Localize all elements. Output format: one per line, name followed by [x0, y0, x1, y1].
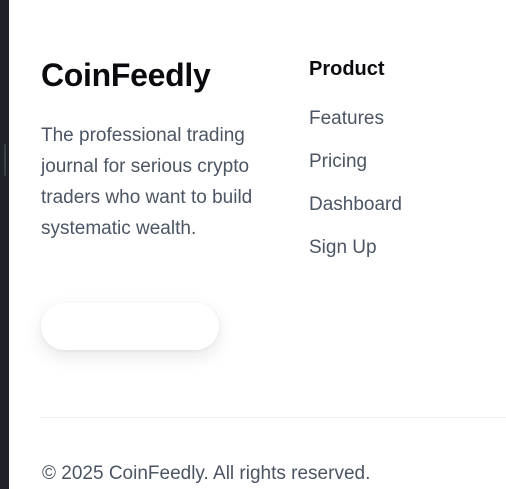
product-link-list: Features Pricing Dashboard Sign Up	[309, 107, 499, 279]
brand-description: The professional trading journal for ser…	[41, 125, 253, 239]
dashboard-link[interactable]: Dashboard	[309, 193, 402, 217]
copyright-text: © 2025 CoinFeedly. All rights reserved.	[42, 463, 371, 484]
list-item: Features	[309, 107, 499, 150]
brand-column: CoinFeedly The professional trading jour…	[41, 56, 261, 263]
resize-handle[interactable]	[4, 144, 6, 176]
footer-divider	[40, 417, 506, 418]
site-footer: CoinFeedly The professional trading jour…	[9, 0, 506, 489]
cta-button[interactable]	[41, 303, 219, 350]
pricing-link[interactable]: Pricing	[309, 150, 367, 174]
list-item: Dashboard	[309, 193, 499, 236]
list-item: Pricing	[309, 150, 499, 193]
features-link[interactable]: Features	[309, 107, 384, 131]
brand-name: CoinFeedly	[41, 57, 211, 93]
list-item: Sign Up	[309, 236, 499, 279]
product-heading: Product	[309, 58, 385, 80]
product-links-column: Product Features Pricing Dashboard Sign …	[309, 56, 499, 279]
window-edge	[0, 0, 9, 489]
sign-up-link[interactable]: Sign Up	[309, 236, 377, 260]
